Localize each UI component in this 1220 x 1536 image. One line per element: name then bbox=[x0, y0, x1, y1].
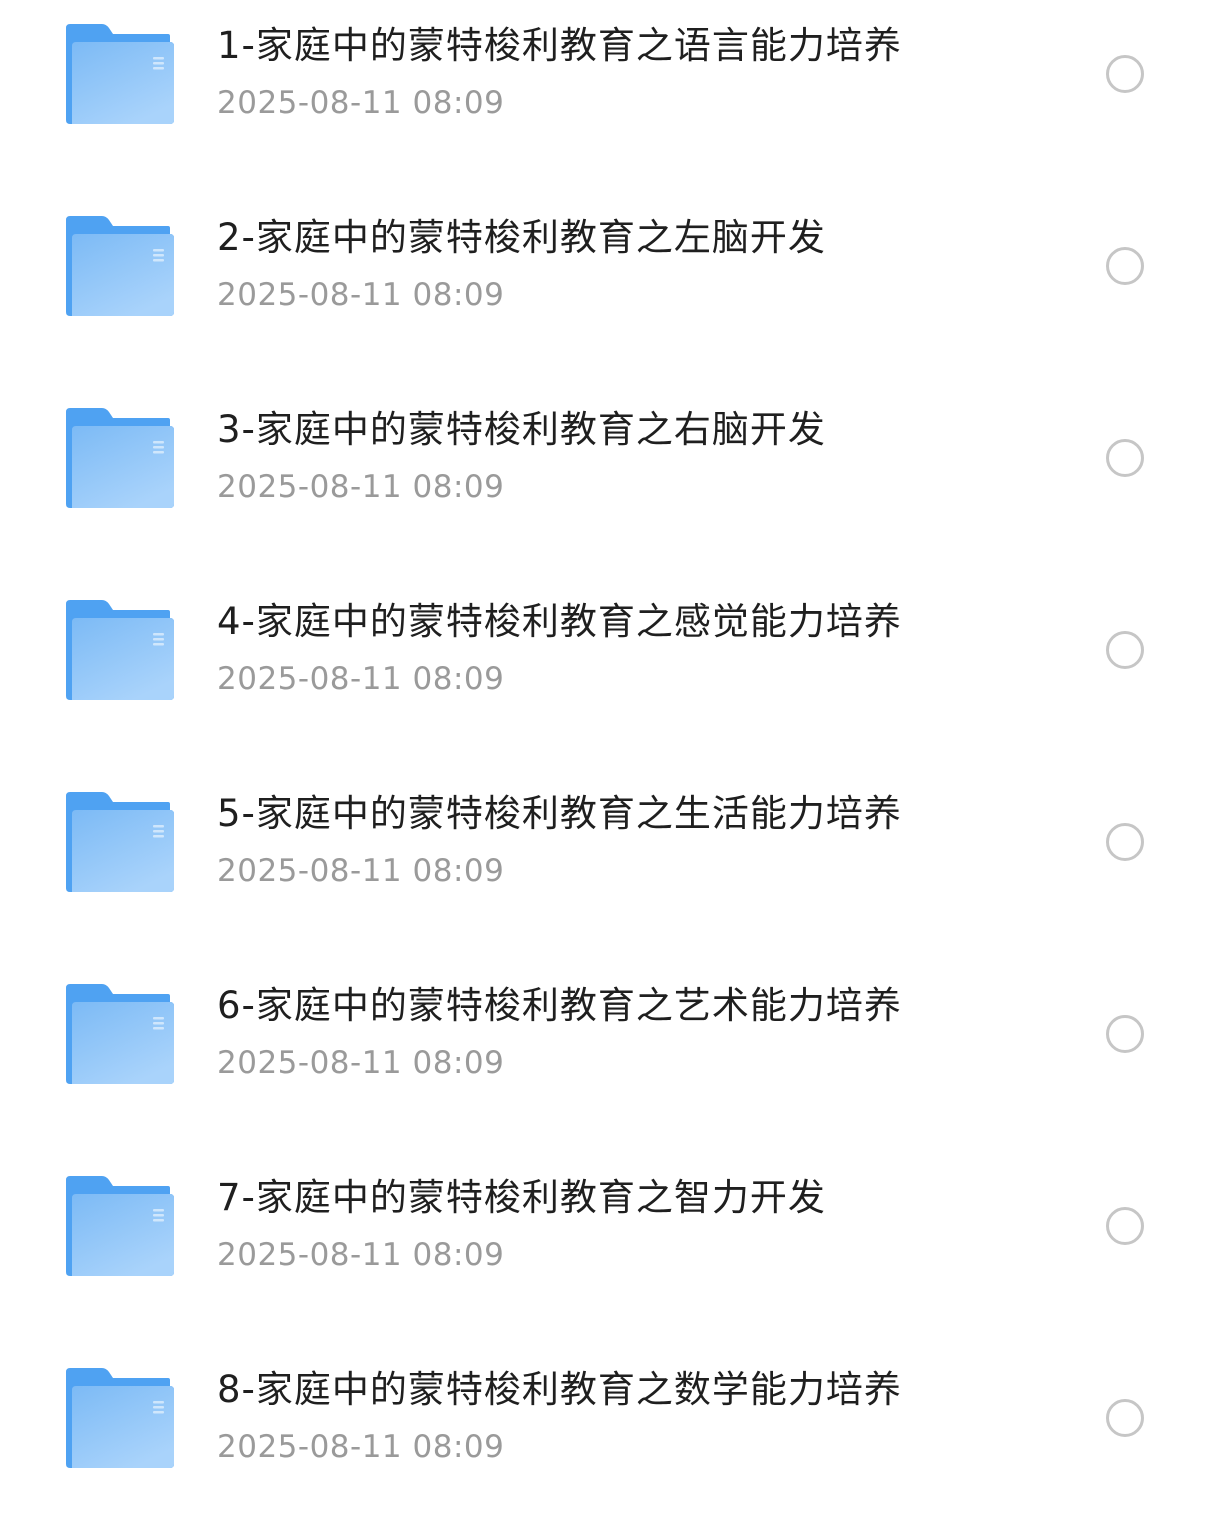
file-name: 2-家庭中的蒙特梭利教育之左脑开发 bbox=[217, 216, 826, 259]
folder-icon bbox=[66, 792, 174, 892]
file-date: 2025-08-11 08:09 bbox=[217, 1237, 505, 1273]
folder-icon bbox=[66, 24, 174, 124]
select-radio-button[interactable] bbox=[1106, 439, 1144, 477]
file-name: 7-家庭中的蒙特梭利教育之智力开发 bbox=[217, 1176, 826, 1219]
file-date: 2025-08-11 08:09 bbox=[217, 85, 505, 121]
list-item[interactable]: 4-家庭中的蒙特梭利教育之感觉能力培养 2025-08-11 08:09 bbox=[0, 576, 1220, 768]
file-name: 3-家庭中的蒙特梭利教育之右脑开发 bbox=[217, 408, 826, 451]
list-item[interactable]: 8-家庭中的蒙特梭利教育之数学能力培养 2025-08-11 08:09 bbox=[0, 1344, 1220, 1536]
list-item[interactable]: 1-家庭中的蒙特梭利教育之语言能力培养 2025-08-11 08:09 bbox=[0, 0, 1220, 192]
select-radio-button[interactable] bbox=[1106, 55, 1144, 93]
folder-icon bbox=[66, 1176, 174, 1276]
file-date: 2025-08-11 08:09 bbox=[217, 277, 505, 313]
folder-icon bbox=[66, 600, 174, 700]
folder-icon bbox=[66, 408, 174, 508]
file-date: 2025-08-11 08:09 bbox=[217, 661, 505, 697]
list-item[interactable]: 7-家庭中的蒙特梭利教育之智力开发 2025-08-11 08:09 bbox=[0, 1152, 1220, 1344]
list-item[interactable]: 3-家庭中的蒙特梭利教育之右脑开发 2025-08-11 08:09 bbox=[0, 384, 1220, 576]
file-name: 5-家庭中的蒙特梭利教育之生活能力培养 bbox=[217, 792, 902, 835]
list-item[interactable]: 5-家庭中的蒙特梭利教育之生活能力培养 2025-08-11 08:09 bbox=[0, 768, 1220, 960]
select-radio-button[interactable] bbox=[1106, 1207, 1144, 1245]
select-radio-button[interactable] bbox=[1106, 823, 1144, 861]
select-radio-button[interactable] bbox=[1106, 1399, 1144, 1437]
folder-icon bbox=[66, 216, 174, 316]
file-date: 2025-08-11 08:09 bbox=[217, 1045, 505, 1081]
select-radio-button[interactable] bbox=[1106, 631, 1144, 669]
file-list: 1-家庭中的蒙特梭利教育之语言能力培养 2025-08-11 08:09 2-家… bbox=[0, 0, 1220, 1485]
list-item[interactable]: 2-家庭中的蒙特梭利教育之左脑开发 2025-08-11 08:09 bbox=[0, 192, 1220, 384]
file-name: 1-家庭中的蒙特梭利教育之语言能力培养 bbox=[217, 24, 902, 67]
file-date: 2025-08-11 08:09 bbox=[217, 853, 505, 889]
file-date: 2025-08-11 08:09 bbox=[217, 1429, 505, 1465]
folder-icon bbox=[66, 1368, 174, 1468]
file-name: 4-家庭中的蒙特梭利教育之感觉能力培养 bbox=[217, 600, 902, 643]
file-date: 2025-08-11 08:09 bbox=[217, 469, 505, 505]
file-name: 8-家庭中的蒙特梭利教育之数学能力培养 bbox=[217, 1368, 902, 1411]
list-item[interactable]: 6-家庭中的蒙特梭利教育之艺术能力培养 2025-08-11 08:09 bbox=[0, 960, 1220, 1152]
folder-icon bbox=[66, 984, 174, 1084]
select-radio-button[interactable] bbox=[1106, 1015, 1144, 1053]
select-radio-button[interactable] bbox=[1106, 247, 1144, 285]
file-name: 6-家庭中的蒙特梭利教育之艺术能力培养 bbox=[217, 984, 902, 1027]
